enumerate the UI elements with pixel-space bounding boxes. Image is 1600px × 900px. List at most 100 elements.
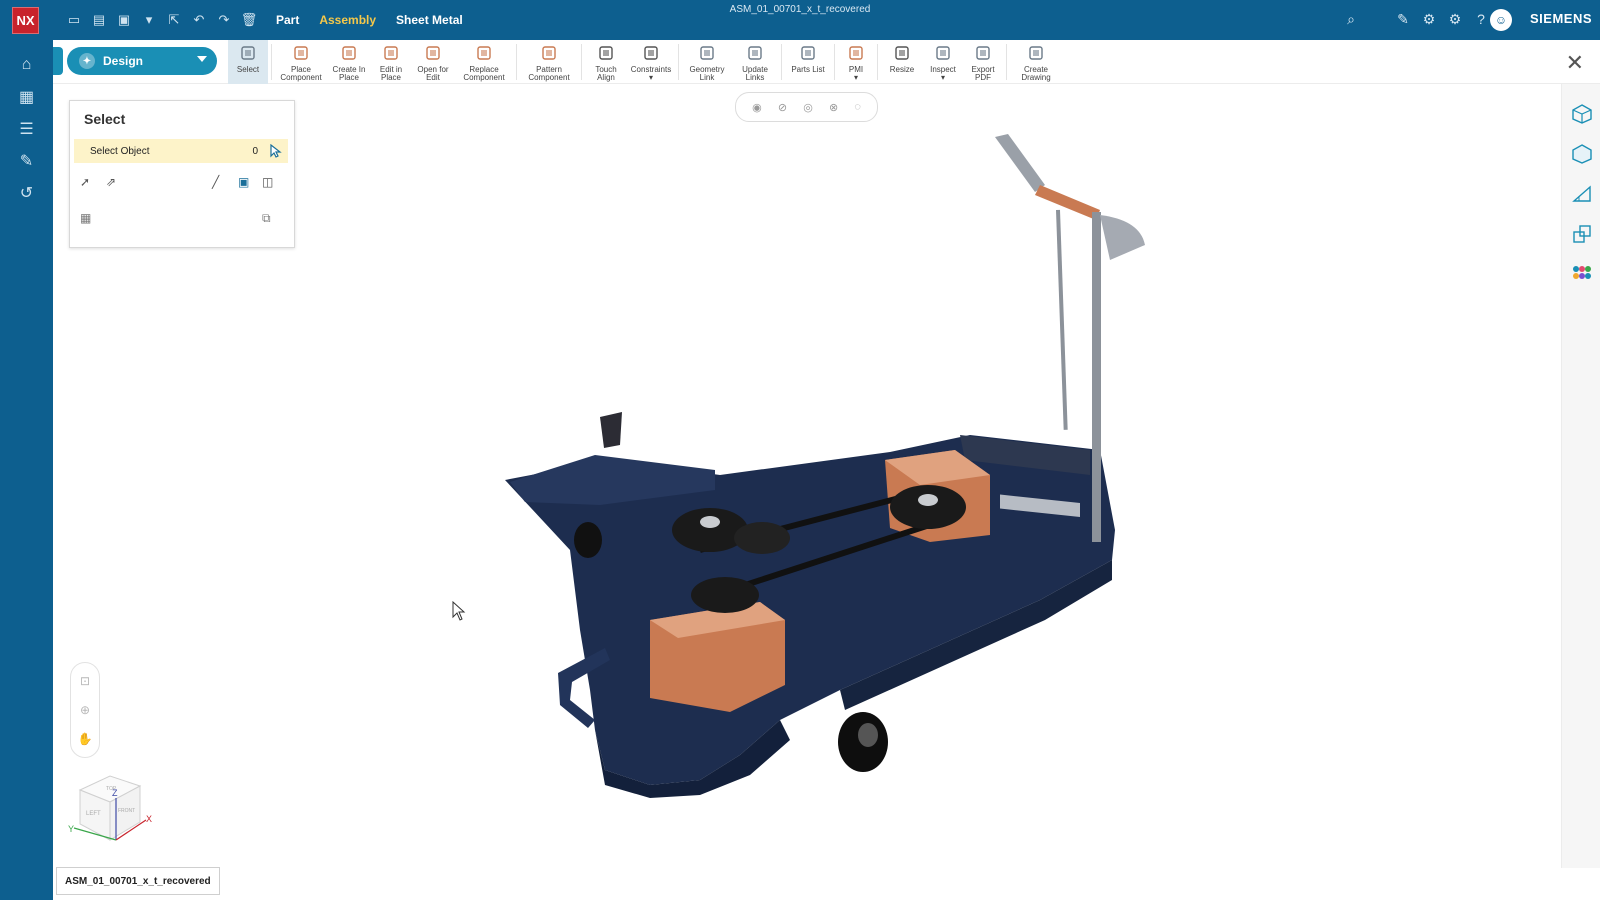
user-avatar-icon[interactable]: ☺ xyxy=(1490,9,1512,31)
ribbon-separator xyxy=(1006,44,1007,80)
title-bar: NX ▭ ▤ ▣ ▾ ⇱ ↶ ↷ 🗑 Part Assembly Sheet M… xyxy=(0,0,1600,40)
help-icon[interactable]: ? xyxy=(1472,10,1490,28)
ribbon-select-arrow-button[interactable]: Select xyxy=(228,40,268,84)
ribbon-label-line2: PDF xyxy=(975,73,991,82)
selection-count: 0 xyxy=(252,145,258,157)
isolate-icon[interactable]: ◌ xyxy=(854,101,861,113)
chevron-down-icon xyxy=(197,56,207,62)
cube-front-label: FRONT xyxy=(118,808,135,814)
create-drawing-icon xyxy=(1026,43,1046,63)
ribbon-label-line1: Select xyxy=(236,65,260,74)
save-icon[interactable]: ▣ xyxy=(116,12,132,28)
ribbon-parts-list-button[interactable]: Parts List xyxy=(785,40,831,84)
part-navigator-icon[interactable]: ☰ xyxy=(0,116,53,142)
ribbon-open-for-edit-button[interactable]: Open for Edit xyxy=(411,40,455,84)
copy-selection-icon[interactable]: ⧉ xyxy=(262,211,271,226)
ribbon-export-pdf-button[interactable]: Export PDF xyxy=(963,40,1003,84)
history-icon[interactable]: ↺ xyxy=(0,180,53,206)
ribbon-replace-component-button[interactable]: Replace Component xyxy=(455,40,513,84)
ribbon-create-in-place-button[interactable]: Create In Place xyxy=(327,40,371,84)
color-palette-icon[interactable] xyxy=(1562,254,1600,294)
ribbon-label-line2: ▾ xyxy=(648,73,653,82)
multi-select-icon[interactable]: ⇗ xyxy=(106,175,116,189)
siemens-brand: SIEMENS xyxy=(1529,11,1592,26)
replace-component-icon xyxy=(474,43,494,63)
ribbon-touch-align-button[interactable]: Touch Align xyxy=(585,40,627,84)
application-switcher-label: Design xyxy=(103,54,144,68)
tab-part[interactable]: Part xyxy=(276,13,299,27)
ribbon-commands: Select Place Component Create In Place Edit i… xyxy=(228,40,1062,84)
nx-logo[interactable]: NX xyxy=(12,7,39,34)
render-style-icon[interactable] xyxy=(1562,134,1600,174)
close-icon[interactable]: ✕ xyxy=(1566,50,1584,76)
invert-visibility-icon[interactable]: ⊗ xyxy=(829,101,838,114)
pointer-select-icon[interactable] xyxy=(270,144,282,158)
pan-hand-icon[interactable]: ✋ xyxy=(78,732,93,746)
section-view-icon[interactable] xyxy=(1562,174,1600,214)
right-toolbar xyxy=(1561,84,1600,868)
single-select-icon[interactable]: ➚ xyxy=(80,175,90,189)
tab-assembly[interactable]: Assembly xyxy=(319,13,376,27)
panel-collapse-toggle[interactable] xyxy=(53,47,63,75)
assembly-navigator-icon[interactable]: ▦ xyxy=(0,84,53,110)
ribbon-pattern-component-button[interactable]: Pattern Component xyxy=(520,40,578,84)
search-icon[interactable]: ⌕ xyxy=(1342,10,1360,28)
customize-icon[interactable]: ⚙ xyxy=(1420,10,1438,28)
mower-deck-assembly-model[interactable] xyxy=(500,130,1200,820)
ribbon-pmi-button[interactable]: PMI ▾ xyxy=(838,40,874,84)
resize-icon xyxy=(892,43,912,63)
ribbon-resize-button[interactable]: Resize xyxy=(881,40,923,84)
ribbon-label-line2: Place xyxy=(338,73,359,82)
ribbon-update-links-button[interactable]: Update Links xyxy=(732,40,778,84)
open-for-edit-icon xyxy=(423,43,443,63)
cube-view-icon[interactable] xyxy=(1562,94,1600,134)
ribbon-separator xyxy=(516,44,517,80)
ribbon-separator xyxy=(581,44,582,80)
nx-app-window: NX ▭ ▤ ▣ ▾ ⇱ ↶ ↷ 🗑 Part Assembly Sheet M… xyxy=(0,0,1600,900)
hide-icon[interactable]: ⊘ xyxy=(778,101,787,114)
ribbon-geometry-link-button[interactable]: Geometry Link xyxy=(682,40,732,84)
settings-gear-icon[interactable]: ⚙ xyxy=(1446,10,1464,28)
view-triad-cube[interactable]: TOP LEFT FRONT Z X Y xyxy=(66,770,166,860)
ribbon-separator xyxy=(877,44,878,80)
view-navigation-tools: ⊡ ⊕ ✋ xyxy=(70,662,100,758)
save-dropdown-icon[interactable]: ▾ xyxy=(141,12,157,28)
assembly-tools-icon[interactable] xyxy=(1562,214,1600,254)
select-arrow-icon xyxy=(238,43,258,63)
show-hide-icon[interactable]: ◉ xyxy=(752,101,762,114)
application-switcher[interactable]: ✦ Design xyxy=(67,47,217,75)
fit-view-icon[interactable]: ⊡ xyxy=(80,674,90,688)
open-folder-icon[interactable]: ▤ xyxy=(91,12,107,28)
line-select-icon[interactable]: ╱ xyxy=(212,175,219,189)
zoom-icon[interactable]: ⊕ xyxy=(80,703,90,717)
window-select-icon[interactable]: ◫ xyxy=(262,175,273,189)
ribbon-constraints-button[interactable]: Constraints ▾ xyxy=(627,40,675,84)
home-icon[interactable]: ⌂ xyxy=(0,52,53,78)
delete-icon[interactable]: 🗑 xyxy=(241,12,258,28)
export-pdf-icon xyxy=(973,43,993,63)
constraints-icon xyxy=(641,43,661,63)
undo-icon[interactable]: ↶ xyxy=(191,12,207,28)
ribbon-label-line2: Place xyxy=(380,73,401,82)
show-all-icon[interactable]: ◎ xyxy=(803,101,813,114)
ribbon-edit-in-place-button[interactable]: Edit in Place xyxy=(371,40,411,84)
pmi-icon xyxy=(846,43,866,63)
document-tab[interactable]: ASM_01_00701_x_t_recovered xyxy=(56,867,220,895)
ribbon-inspect-button[interactable]: Inspect ▾ xyxy=(923,40,963,84)
ribbon-label-line2: Component xyxy=(528,73,570,82)
command-finder-icon[interactable]: ✎ xyxy=(1394,10,1412,28)
class-selection-icon[interactable]: ▦ xyxy=(80,211,91,225)
place-component-icon xyxy=(291,43,311,63)
tab-sheet-metal[interactable]: Sheet Metal xyxy=(396,13,463,27)
design-app-icon: ✦ xyxy=(79,53,95,69)
ribbon-place-component-button[interactable]: Place Component xyxy=(275,40,327,84)
new-file-icon[interactable]: ▭ xyxy=(66,12,82,28)
box-select-icon[interactable]: ▣ xyxy=(238,175,249,189)
export-icon[interactable]: ⇱ xyxy=(166,12,182,28)
select-object-row[interactable]: Select Object 0 xyxy=(74,139,288,163)
constraint-navigator-icon[interactable]: ✎ xyxy=(0,148,53,174)
ribbon-create-drawing-button[interactable]: Create Drawing xyxy=(1010,40,1062,84)
redo-icon[interactable]: ↷ xyxy=(216,12,232,28)
ribbon-toolbar: ✦ Design Select Place Component Create In Pl… xyxy=(53,40,1600,84)
ribbon-label-line1: Resize xyxy=(889,65,915,74)
